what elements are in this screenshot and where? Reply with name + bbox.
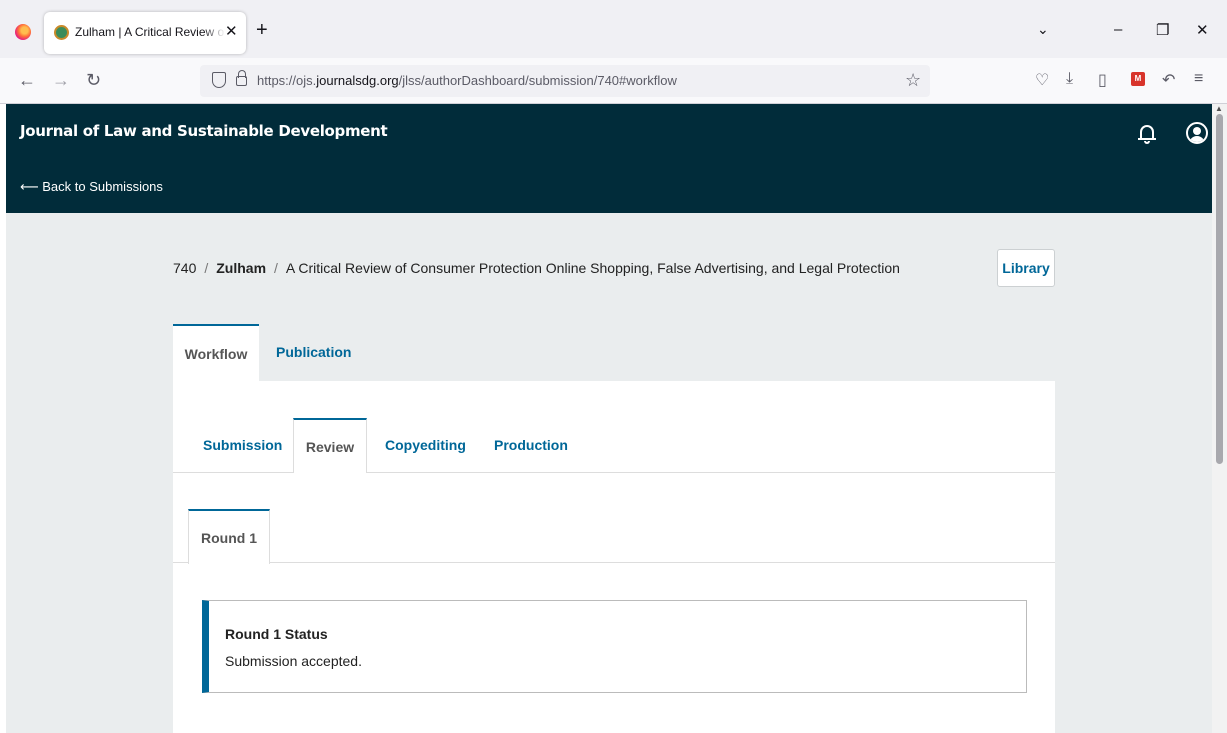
browser-tab[interactable]: Zulham | A Critical Review of Consumer P… (44, 12, 246, 54)
tab-workflow[interactable]: Workflow (173, 324, 259, 381)
reader-icon[interactable]: ▯ (1098, 70, 1107, 90)
round-status-text: Submission accepted. (225, 653, 362, 669)
tab-close-icon[interactable]: ✕ (225, 22, 238, 40)
new-tab-button[interactable]: + (256, 20, 268, 40)
tab-round-1[interactable]: Round 1 (188, 509, 270, 564)
back-to-submissions-link[interactable]: ⟵ Back to Submissions (20, 179, 163, 195)
bell-icon[interactable] (1138, 122, 1156, 144)
user-icon[interactable] (1186, 122, 1208, 144)
round-status-title: Round 1 Status (225, 626, 328, 642)
download-icon[interactable]: ⤓ (1066, 70, 1073, 88)
submission-id: 740 (173, 260, 197, 276)
round-tabs: Round 1 (173, 473, 1055, 564)
main-content: 740/Zulham / A Critical Review of Consumer… (6, 213, 1212, 733)
library-button[interactable]: Library (997, 249, 1055, 287)
author-name: Zulham (216, 260, 267, 276)
page-scrollbar[interactable]: ▲ (1212, 104, 1227, 733)
share-icon[interactable]: ↶ (1162, 70, 1175, 90)
menu-icon[interactable]: ≡ (1194, 70, 1203, 88)
tab-title: Zulham | A Critical Review of Consumer P… (75, 25, 225, 39)
restore-icon[interactable]: ❐ (1156, 21, 1169, 39)
journal-title[interactable]: Journal of Law and Sustainable Developme… (20, 122, 388, 140)
minimize-icon[interactable]: – (1114, 21, 1122, 38)
tab-copyediting[interactable]: Copyediting (385, 418, 466, 473)
site-header: Journal of Law and Sustainable Developme… (6, 104, 1212, 213)
window-close-icon[interactable]: ✕ (1196, 21, 1209, 39)
tab-submission[interactable]: Submission (203, 418, 282, 473)
scroll-up-icon[interactable]: ▲ (1215, 104, 1223, 113)
back-arrow-icon[interactable]: ← (18, 70, 36, 91)
submission-title: A Critical Review of Consumer Protection… (285, 260, 900, 276)
tab-production[interactable]: Production (494, 418, 568, 473)
url-text[interactable]: https://ojs.journalsdg.org/jlss/authorDa… (257, 73, 677, 88)
browser-navbar: ← → ↻ https://ojs.journalsdg.org/jlss/au… (0, 58, 1227, 104)
favicon-icon (54, 25, 69, 40)
reload-icon[interactable]: ↻ (86, 70, 101, 91)
workflow-panel: Submission Review Copyediting Production… (173, 381, 1055, 733)
url-bar[interactable]: https://ojs.journalsdg.org/jlss/authorDa… (200, 65, 930, 97)
lock-icon[interactable] (236, 70, 247, 86)
extension-icon[interactable]: M (1131, 72, 1145, 86)
round-status-notice: Round 1 Status Submission accepted. (202, 600, 1027, 693)
workflow-stage-tabs: Submission Review Copyediting Production (173, 381, 1055, 474)
bookmark-star-icon[interactable]: ☆ (905, 70, 921, 91)
firefox-logo-icon[interactable] (15, 24, 31, 40)
pocket-icon[interactable]: ♡ (1035, 70, 1049, 90)
browser-tab-strip: Zulham | A Critical Review of Consumer P… (0, 0, 1227, 58)
forward-arrow-icon[interactable]: → (52, 70, 70, 91)
tab-review[interactable]: Review (293, 418, 367, 474)
scrollbar-thumb[interactable] (1216, 114, 1223, 464)
breadcrumb: 740/Zulham / A Critical Review of Consumer… (173, 260, 900, 276)
review-round-area: Round 1 Round 1 Status Submission accept… (173, 473, 1055, 733)
tab-list-chevron-icon[interactable]: ⌄ (1037, 21, 1049, 38)
shield-icon[interactable] (212, 72, 226, 88)
tab-publication[interactable]: Publication (276, 324, 351, 381)
